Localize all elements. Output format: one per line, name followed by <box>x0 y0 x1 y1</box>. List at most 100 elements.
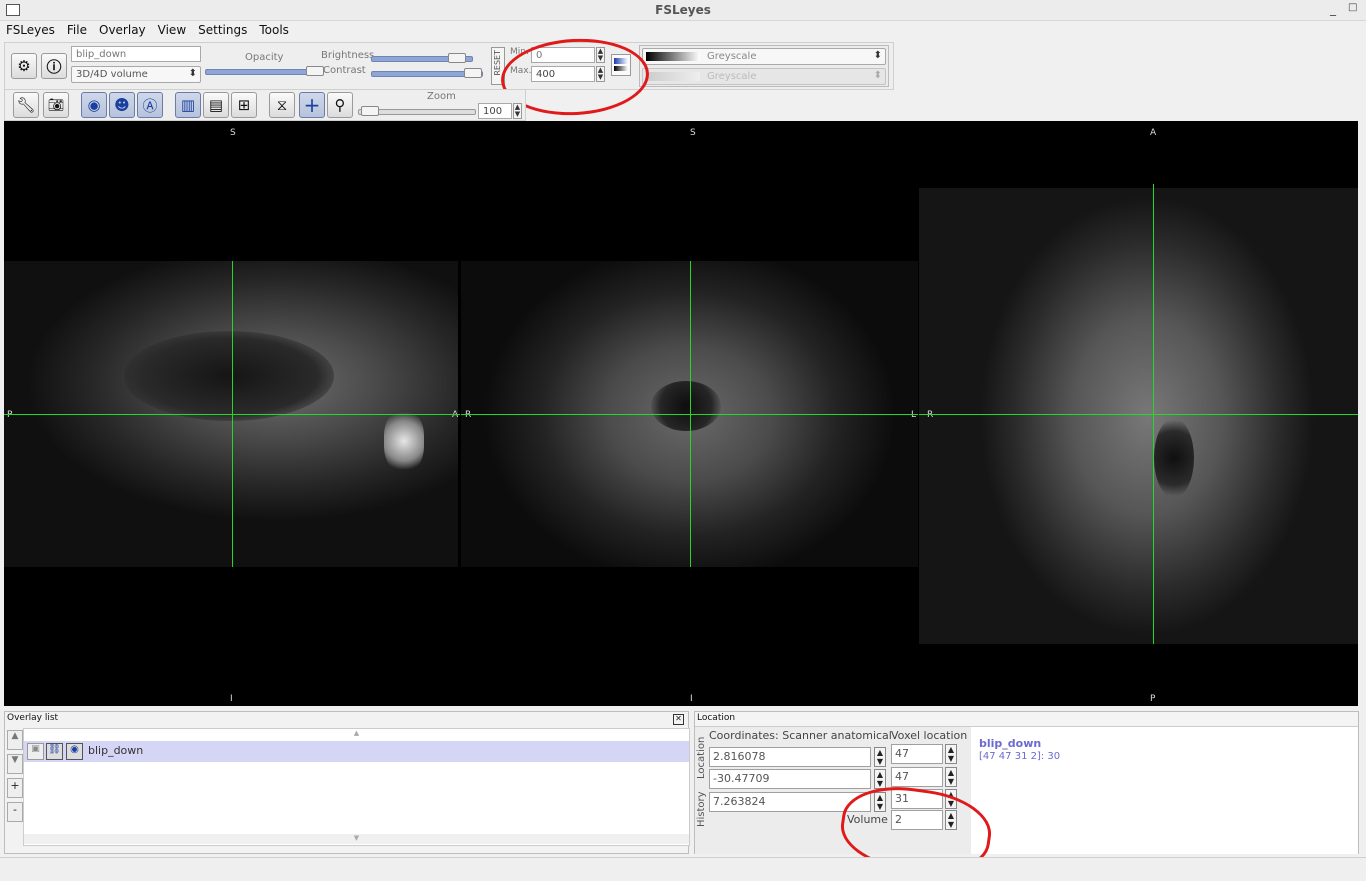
close-icon[interactable]: ✕ <box>673 714 684 725</box>
orient-bottom: I <box>230 694 233 704</box>
scroll-up-icon[interactable]: ▲ <box>24 729 689 739</box>
crosshair-icon[interactable]: + <box>299 92 325 118</box>
neg-cmap-select[interactable]: Greyscale ⬍ <box>642 68 886 85</box>
menu-fsleyes[interactable]: FSLeyes <box>0 21 61 37</box>
info-overlay-value: [47 47 31 2]: 30 <box>979 751 1061 762</box>
axial-icon[interactable]: Ⓐ <box>137 92 163 118</box>
orient-left: P <box>7 410 13 420</box>
ventricle-region <box>651 381 721 431</box>
add-overlay-button[interactable]: + <box>7 778 23 798</box>
status-bar <box>0 857 1366 879</box>
orient-top: S <box>690 128 696 138</box>
coords-label: Coordinates: Scanner anatomical <box>709 729 892 742</box>
contrast-label: Contrast <box>323 65 366 76</box>
location-panel: Location Location History Coordinates: S… <box>694 711 1359 881</box>
zoom-spinner[interactable]: ▲ ▼ <box>513 103 522 119</box>
overlay-display-toolbar: ⚙ ⓘ blip_down 3D/4D volume ⬍ Opacity Bri… <box>4 35 894 119</box>
sagittal-view[interactable]: S I P A <box>4 121 460 706</box>
crosshair-horizontal <box>919 414 1358 415</box>
grid-layout-icon[interactable]: ⊞ <box>231 92 257 118</box>
brightness-slider[interactable] <box>371 53 473 63</box>
overlay-list-title: Overlay list <box>7 713 59 723</box>
ortho-canvas[interactable]: S I P A S I R L A P R <box>4 121 1358 706</box>
menu-bar: FSLeyes File Overlay View Settings Tools <box>0 21 1366 41</box>
coord-y-field[interactable]: -30.47709 <box>709 769 871 789</box>
zoom-slider-handle[interactable] <box>361 106 379 116</box>
contrast-slider-handle[interactable] <box>464 68 483 78</box>
camera-icon[interactable]: 📷︎ <box>43 92 69 118</box>
voxel-y-field[interactable]: 47 <box>891 767 943 787</box>
zoom-icon[interactable]: ⚲ <box>327 92 353 118</box>
axial-view[interactable]: A P R <box>919 121 1358 706</box>
voxel-y-spinner[interactable]: ▲ ▼ <box>945 767 957 787</box>
tab-location[interactable]: Location <box>696 731 707 779</box>
move-up-button[interactable]: ▲ <box>7 730 23 750</box>
overlay-list: ▲ ▣ ⛓ ◉ blip_down ▼ <box>23 728 690 846</box>
horizontal-layout-icon[interactable]: ▥ <box>175 92 201 118</box>
move-down-button[interactable]: ▼ <box>7 754 23 774</box>
menu-settings[interactable]: Settings <box>192 21 253 37</box>
menu-view[interactable]: View <box>152 21 192 37</box>
title-bar: FSLeyes _ □ <box>0 0 1366 21</box>
location-info: blip_down [47 47 31 2]: 30 <box>971 727 1358 854</box>
voxel-x-field[interactable]: 47 <box>891 744 943 764</box>
chevron-icon: ⬍ <box>873 70 882 81</box>
brightness-label: Brightness <box>321 50 375 61</box>
coord-y-spinner[interactable]: ▲ ▼ <box>874 769 886 789</box>
overlay-type-value: 3D/4D volume <box>76 69 148 80</box>
cmap-select[interactable]: Greyscale ⬍ <box>642 48 886 65</box>
coronal-icon[interactable]: ☻ <box>109 92 135 118</box>
info-overlay-name: blip_down <box>979 737 1042 750</box>
coord-x-field[interactable]: 2.816078 <box>709 747 871 767</box>
overlay-name-field[interactable]: blip_down <box>71 46 201 62</box>
chevron-icon: ⬍ <box>188 68 197 79</box>
orient-left: R <box>465 410 472 420</box>
overlay-type-select[interactable]: 3D/4D volume ⬍ <box>71 66 201 83</box>
zoom-slider[interactable] <box>358 106 476 116</box>
eye-icon[interactable]: ◉ <box>66 743 83 760</box>
zoom-label: Zoom <box>427 91 456 102</box>
menu-file[interactable]: File <box>61 21 93 37</box>
vertical-layout-icon[interactable]: ▤ <box>203 92 229 118</box>
brightness-slider-handle[interactable] <box>447 53 466 63</box>
sagittal-icon[interactable]: ◉ <box>81 92 107 118</box>
voxel-x-spinner[interactable]: ▲ ▼ <box>945 744 957 764</box>
reset-label: RESET <box>493 50 502 76</box>
menu-overlay[interactable]: Overlay <box>93 21 152 37</box>
contrast-slider[interactable] <box>371 68 483 78</box>
orient-bottom: P <box>1150 694 1156 704</box>
opacity-slider[interactable] <box>205 66 324 76</box>
cmap-value: Greyscale <box>707 51 757 62</box>
voxel-label: Voxel location <box>891 729 968 742</box>
list-item[interactable]: ▣ ⛓ ◉ blip_down <box>24 741 689 762</box>
opacity-slider-handle[interactable] <box>306 66 324 76</box>
minimize-button[interactable]: _ <box>1330 2 1336 16</box>
orient-right: L <box>911 410 917 420</box>
maximize-button[interactable]: □ <box>1348 2 1357 13</box>
coronal-view[interactable]: S I R L <box>461 121 918 706</box>
menu-tools[interactable]: Tools <box>253 21 295 37</box>
movie-icon[interactable]: ⧖ <box>269 92 295 118</box>
info-icon[interactable]: ⓘ <box>41 53 67 79</box>
zoom-field[interactable]: 100 <box>478 103 512 119</box>
colour-map-panel: Greyscale ⬍ Greyscale ⬍ <box>639 45 889 87</box>
orient-top: S <box>230 128 236 138</box>
tab-history[interactable]: History <box>696 783 707 827</box>
bright-region <box>384 411 424 471</box>
coord-x-spinner[interactable]: ▲ ▼ <box>874 747 886 767</box>
gear-icon[interactable]: ⚙ <box>11 53 37 79</box>
scroll-down-icon[interactable]: ▼ <box>24 834 689 844</box>
location-body: Location History Coordinates: Scanner an… <box>695 726 1358 854</box>
save-icon[interactable]: ▣ <box>27 743 44 760</box>
link-icon[interactable]: ⛓ <box>46 743 63 760</box>
orient-left: R <box>927 410 934 420</box>
orient-bottom: I <box>690 694 693 704</box>
remove-overlay-button[interactable]: - <box>7 802 23 822</box>
opacity-label: Opacity <box>245 52 284 63</box>
overlay-name: blip_down <box>88 744 144 757</box>
wrench-icon[interactable]: 🔧︎ <box>13 92 39 118</box>
neg-cmap-value: Greyscale <box>707 71 757 82</box>
crosshair-horizontal <box>461 414 918 415</box>
neg-greyscale-swatch <box>646 72 700 81</box>
location-title: Location <box>697 713 736 723</box>
